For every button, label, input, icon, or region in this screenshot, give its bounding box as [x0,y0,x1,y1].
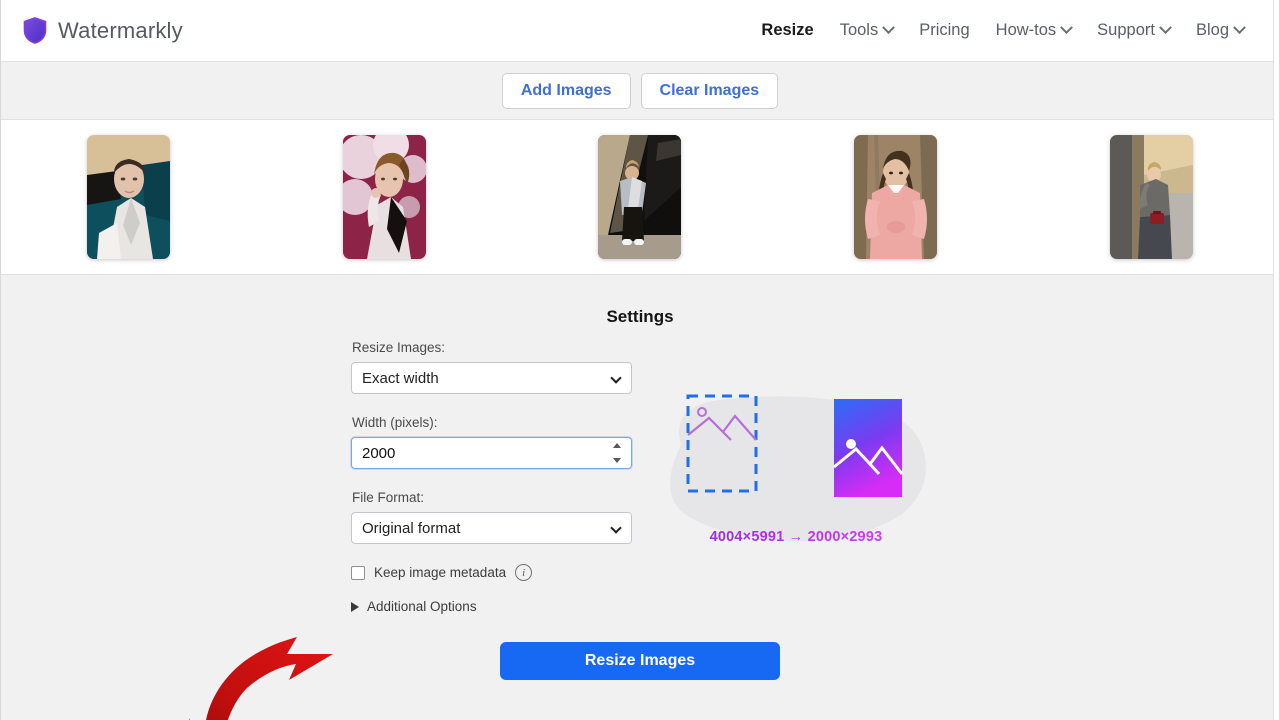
shield-icon [23,17,47,44]
thumbnail-cell [1023,135,1279,259]
add-images-button[interactable]: Add Images [502,73,631,109]
nav-label-tools: Tools [840,21,879,40]
thumbnail-image-5[interactable] [1110,135,1193,259]
chevron-down-icon [1060,21,1073,34]
main-nav: Resize Tools Pricing How-tos Support Blo… [748,15,1257,46]
clear-images-button[interactable]: Clear Images [641,73,779,109]
file-format-select[interactable]: Original format [351,512,632,544]
thumbnail-cell [512,135,768,259]
thumbnail-strip [1,120,1279,275]
resize-preview-illustration [651,385,941,550]
nav-label-pricing: Pricing [919,21,969,40]
nav-label-blog: Blog [1196,21,1229,40]
settings-form: Resize Images: Exact width Width (pixels… [351,340,632,614]
resize-images-label: Resize Images: [352,340,632,355]
width-input-wrap [351,437,632,469]
nav-item-tools[interactable]: Tools [827,15,907,46]
chevron-down-icon [1159,21,1172,34]
cta-wrap: Resize Images [1,642,1279,680]
nav-label-how-tos: How-tos [996,21,1057,40]
resize-images-select[interactable]: Exact width [351,362,632,394]
resize-images-select-wrap: Exact width [351,362,632,394]
keep-metadata-label: Keep image metadata [374,565,506,580]
thumbnail-image-4[interactable] [854,135,937,259]
triangle-right-icon [351,602,359,612]
thumbnail-cell [1,135,257,259]
keep-metadata-row: Keep image metadata i [351,564,632,581]
brand-name: Watermarkly [58,18,183,44]
file-format-select-wrap: Original format [351,512,632,544]
thumbnail-image-1[interactable] [87,135,170,259]
additional-options-toggle[interactable]: Additional Options [351,599,632,614]
stepper-down-icon[interactable] [613,458,621,463]
file-format-label: File Format: [352,490,632,505]
thumbnail-image-2[interactable] [343,135,426,259]
target-image-preview [834,399,902,497]
keep-metadata-checkbox[interactable] [351,566,365,580]
page-right-edge [1273,0,1279,720]
width-label: Width (pixels): [352,415,632,430]
additional-options-label: Additional Options [367,599,477,614]
chevron-down-icon [882,21,895,34]
nav-label-support: Support [1097,21,1155,40]
nav-item-how-tos[interactable]: How-tos [983,15,1085,46]
chevron-down-icon [1233,21,1246,34]
site-header: Watermarkly Resize Tools Pricing How-tos… [1,0,1279,62]
width-stepper[interactable] [610,443,623,463]
nav-item-blog[interactable]: Blog [1183,15,1257,46]
brand-logo-link[interactable]: Watermarkly [23,17,183,44]
thumbnail-cell [768,135,1024,259]
browser-page: Watermarkly Resize Tools Pricing How-tos… [0,0,1280,720]
resize-images-button[interactable]: Resize Images [500,642,780,680]
nav-label-resize: Resize [761,21,813,40]
thumbnail-cell [257,135,513,259]
stepper-up-icon[interactable] [613,443,621,448]
nav-item-support[interactable]: Support [1084,15,1183,46]
sun-icon-filled [846,439,856,449]
thumbnail-image-3[interactable] [598,135,681,259]
nav-item-resize[interactable]: Resize [748,15,826,46]
nav-item-pricing[interactable]: Pricing [906,15,982,46]
settings-panel: Settings Resize Images: Exact width Widt… [1,276,1279,719]
info-icon[interactable]: i [515,564,532,581]
settings-title: Settings [1,307,1279,327]
image-toolbar: Add Images Clear Images [1,62,1279,120]
dimensions-text: 4004×5991 → 2000×2993 [651,529,941,545]
width-input[interactable] [351,437,632,469]
